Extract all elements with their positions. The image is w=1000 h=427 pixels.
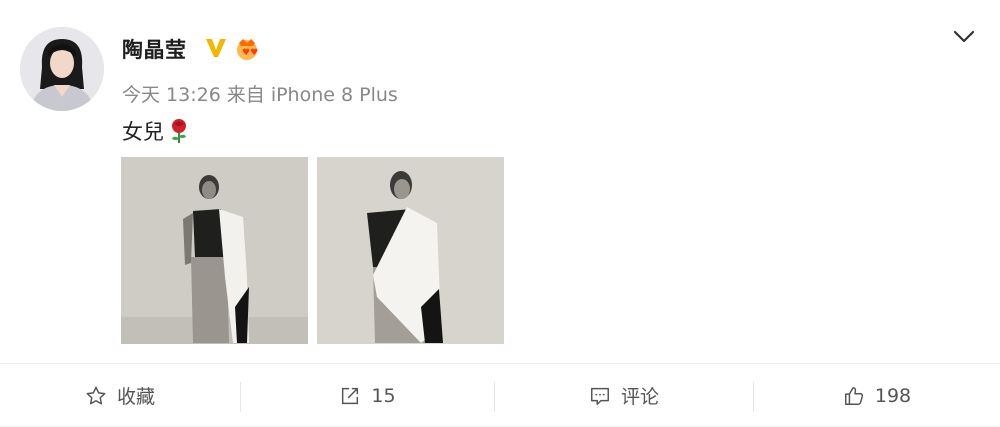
comment-icon xyxy=(591,387,609,405)
photo-model-black-white xyxy=(317,157,504,344)
photo-model-black-white xyxy=(121,157,308,344)
post-content: 女兒 xyxy=(122,116,190,146)
favorite-button[interactable]: 收藏 xyxy=(0,364,240,427)
chevron-down-icon[interactable] xyxy=(950,26,978,46)
avatar[interactable] xyxy=(20,27,104,111)
star-icon xyxy=(86,386,106,405)
verified-v-icon xyxy=(206,39,226,57)
share-count: 15 xyxy=(371,384,396,407)
comment-label: 评论 xyxy=(620,386,659,408)
share-button[interactable]: 15 xyxy=(241,364,494,427)
weibo-post-card: 陶晶莹 ♥♥ 今天 13:26 来自 iPhone 8 Plus 女兒 收藏 1… xyxy=(0,0,1000,426)
source-device: iPhone 8 Plus xyxy=(270,84,398,106)
rose-icon xyxy=(172,119,186,143)
post-text: 女兒 xyxy=(122,120,164,144)
username[interactable]: 陶晶莹 xyxy=(122,34,187,64)
post-meta: 今天 13:26 来自 iPhone 8 Plus xyxy=(122,80,404,107)
favorite-label: 收藏 xyxy=(116,386,155,408)
post-image-1[interactable] xyxy=(121,157,308,344)
thumbs-up-icon xyxy=(844,386,863,405)
avatar-image xyxy=(20,27,104,111)
svg-text:♥♥: ♥♥ xyxy=(242,48,258,58)
like-count: 198 xyxy=(874,384,912,407)
like-button[interactable]: 198 xyxy=(754,364,1000,427)
comment-button[interactable]: 评论 xyxy=(495,364,753,427)
action-bar: 收藏 15 评论 198 xyxy=(0,363,1000,427)
source-prefix: 来自 xyxy=(226,84,265,106)
post-time[interactable]: 今天 13:26 xyxy=(122,84,221,106)
vip-badge-icon[interactable]: ♥♥ xyxy=(234,37,260,61)
post-image-2[interactable] xyxy=(317,157,504,344)
share-icon xyxy=(342,387,359,404)
